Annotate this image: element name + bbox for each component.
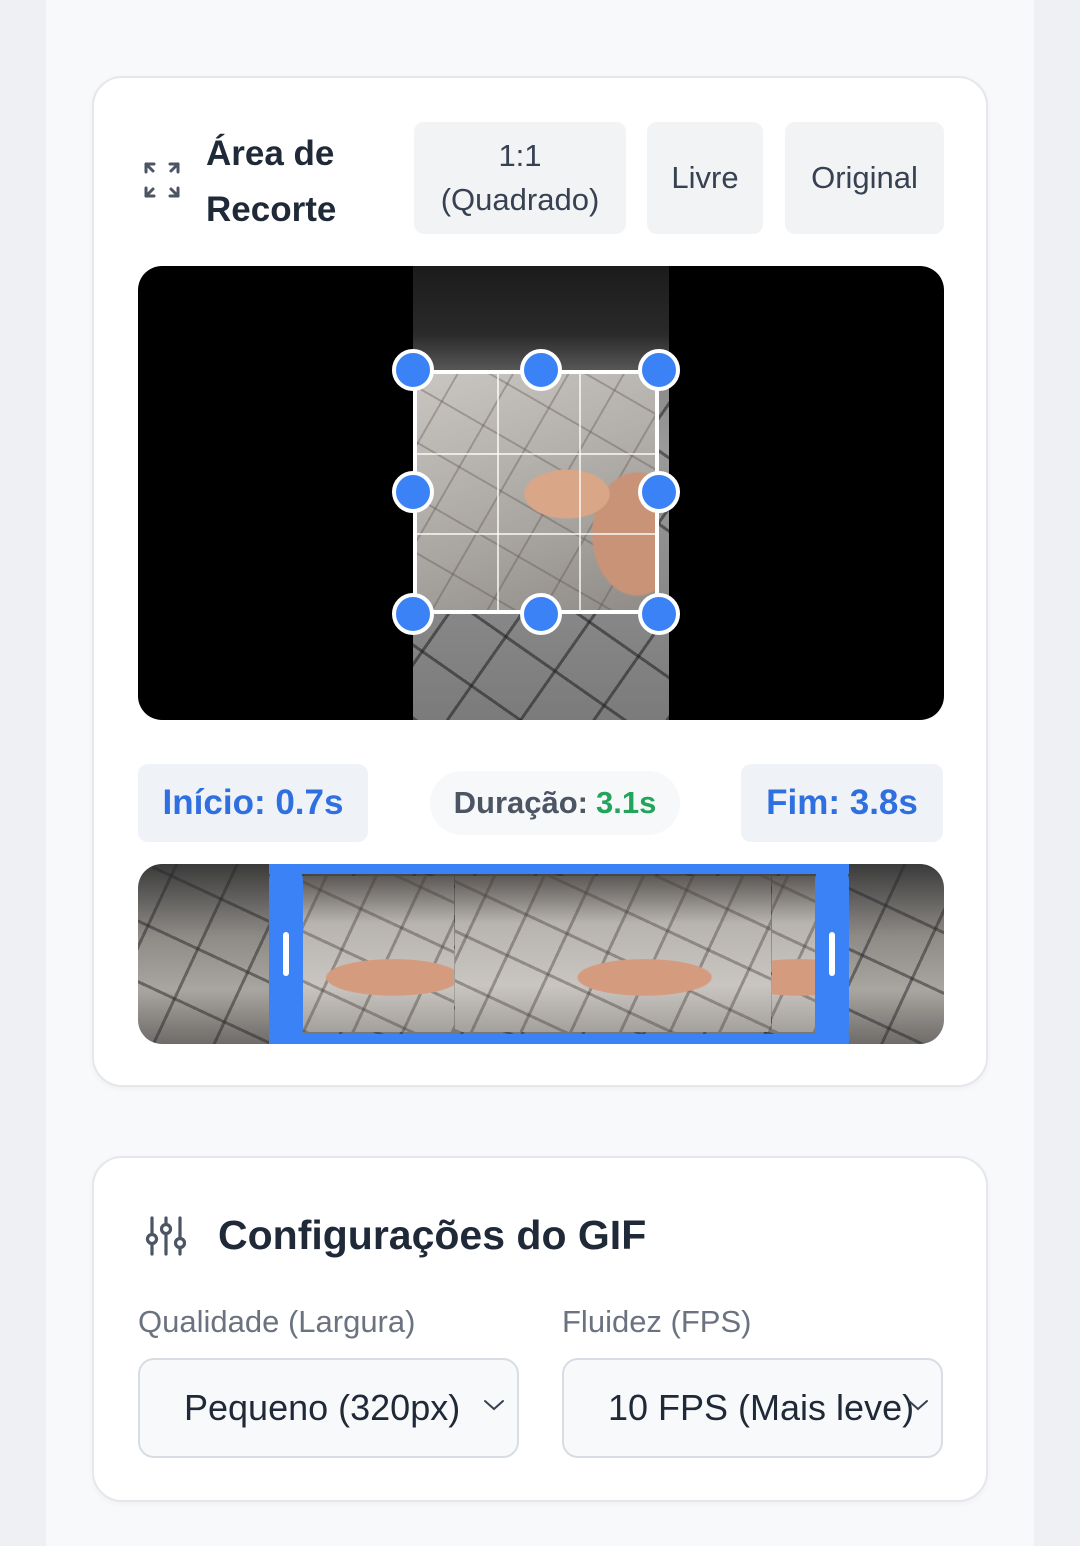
crop-handle-top-left[interactable] bbox=[392, 349, 434, 391]
crop-grid-line bbox=[417, 533, 655, 535]
ratio-free-button[interactable]: Livre bbox=[647, 122, 763, 234]
chevron-down-icon bbox=[908, 1400, 928, 1411]
fps-label: Fluidez (FPS) bbox=[562, 1304, 752, 1339]
duration-value: 3.1s bbox=[596, 785, 657, 820]
crop-selection-box[interactable] bbox=[413, 370, 659, 614]
crop-area-title: Área de Recorte bbox=[206, 134, 337, 229]
video-timeline[interactable] bbox=[138, 864, 944, 1044]
gif-settings-title: Configurações do GIF bbox=[218, 1212, 647, 1258]
gif-settings-card: Configurações do GIF Qualidade (Largura)… bbox=[92, 1156, 988, 1502]
expand-corners-icon bbox=[144, 162, 180, 198]
ratio-square-button[interactable]: 1:1 (Quadrado) bbox=[414, 122, 626, 234]
crop-handle-top[interactable] bbox=[520, 349, 562, 391]
crop-grid-line bbox=[579, 374, 581, 610]
grip-icon bbox=[283, 932, 289, 976]
crop-handle-right[interactable] bbox=[638, 471, 680, 513]
quality-label: Qualidade (Largura) bbox=[138, 1304, 416, 1339]
sliders-icon bbox=[145, 1216, 187, 1256]
quality-select-value: Pequeno (320px) bbox=[184, 1387, 461, 1428]
video-preview bbox=[138, 266, 944, 720]
ratio-original-button[interactable]: Original bbox=[785, 122, 944, 234]
fps-select-value: 10 FPS (Mais leve) bbox=[608, 1387, 915, 1428]
quality-select[interactable]: Pequeno (320px) bbox=[138, 1358, 519, 1458]
fps-select[interactable]: 10 FPS (Mais leve) bbox=[562, 1358, 943, 1458]
duration-label: Duração: bbox=[453, 785, 589, 820]
crop-handle-top-right[interactable] bbox=[638, 349, 680, 391]
crop-handle-left[interactable] bbox=[392, 471, 434, 513]
crop-handle-bottom-left[interactable] bbox=[392, 593, 434, 635]
crop-grid-line bbox=[417, 453, 655, 455]
end-time-badge: Fim: 3.8s bbox=[741, 764, 943, 842]
crop-handle-bottom[interactable] bbox=[520, 593, 562, 635]
timeline-selection[interactable] bbox=[269, 864, 849, 1044]
crop-grid-line bbox=[497, 374, 499, 610]
duration-badge: Duração: 3.1s bbox=[430, 771, 680, 835]
crop-area-card: Área de Recorte 1:1 (Quadrado) Livre Ori… bbox=[92, 76, 988, 1087]
trim-start-handle[interactable] bbox=[269, 864, 303, 1044]
crop-handle-bottom-right[interactable] bbox=[638, 593, 680, 635]
grip-icon bbox=[829, 932, 835, 976]
chevron-down-icon bbox=[484, 1400, 504, 1411]
start-time-badge: Início: 0.7s bbox=[138, 764, 368, 842]
trim-end-handle[interactable] bbox=[815, 864, 849, 1044]
